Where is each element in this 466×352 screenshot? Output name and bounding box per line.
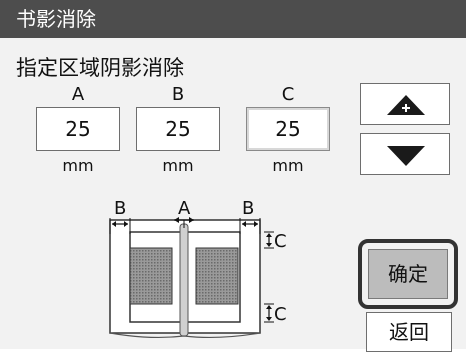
up-plus-arrow-icon bbox=[387, 95, 425, 115]
back-button[interactable]: 返回 bbox=[366, 312, 452, 352]
unit-label-b: mm bbox=[162, 156, 194, 175]
column-label-c: C bbox=[281, 84, 295, 105]
column-label-a: A bbox=[71, 84, 85, 105]
diagram-label-c-top: C bbox=[274, 231, 287, 252]
decrease-button[interactable] bbox=[360, 133, 450, 175]
shadow-left bbox=[129, 247, 173, 305]
section-heading: 指定区域阴影消除 bbox=[16, 56, 184, 80]
diagram-label-a: A bbox=[178, 198, 191, 219]
value-field-c[interactable]: 25 bbox=[246, 107, 330, 151]
unit-label-c: mm bbox=[272, 156, 304, 175]
ok-button-focus-ring: 确定 bbox=[358, 239, 458, 309]
window-title: 书影消除 bbox=[16, 7, 96, 31]
shadow-erase-dialog: 书影消除 指定区域阴影消除 A 25 mm B 25 mm C 25 mm B … bbox=[0, 0, 466, 352]
column-label-b: B bbox=[171, 84, 185, 105]
diagram-label-b-left: B bbox=[114, 198, 126, 219]
book-shadow-diagram: B A B C C bbox=[109, 198, 287, 339]
diagram-label-b-right: B bbox=[242, 198, 254, 219]
increase-button[interactable] bbox=[360, 83, 450, 125]
down-arrow-icon bbox=[387, 146, 425, 166]
shadow-right bbox=[195, 247, 239, 305]
ok-button[interactable]: 确定 bbox=[368, 249, 448, 299]
title-bar: 书影消除 bbox=[0, 0, 466, 38]
book-spine bbox=[179, 223, 189, 337]
diagram-label-c-bottom: C bbox=[274, 304, 287, 325]
unit-label-a: mm bbox=[62, 156, 94, 175]
value-field-b[interactable]: 25 bbox=[136, 107, 220, 151]
value-field-a[interactable]: 25 bbox=[36, 107, 120, 151]
